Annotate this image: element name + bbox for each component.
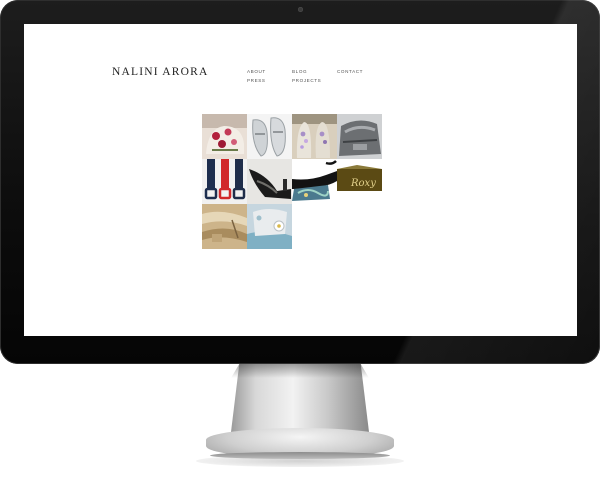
gallery-tile-floral-shoe[interactable]	[202, 114, 247, 159]
gallery-tile-black-heel[interactable]	[247, 159, 292, 204]
colored-belts-image	[202, 159, 247, 204]
nav-link-blog[interactable]: BLOG	[292, 69, 307, 74]
gallery-tile-colored-belts[interactable]	[202, 159, 247, 204]
flower-clutch-image	[247, 204, 292, 249]
painted-wedge-image	[292, 159, 337, 204]
nav-link-about[interactable]: ABOUT	[247, 69, 266, 74]
monitor-bezel: NALINI ARORA ABOUT BLOG CONTACT PRESS PR…	[0, 0, 600, 364]
monitor-stand-shadow	[231, 364, 369, 378]
gallery-tile-silver-flats[interactable]	[247, 114, 292, 159]
gallery-tile-painted-wedge[interactable]	[292, 159, 337, 204]
site-logo[interactable]: NALINI ARORA	[112, 66, 209, 78]
silver-bag-image	[337, 114, 382, 159]
floral-shoe-image	[202, 114, 247, 159]
monitor-screen: NALINI ARORA ABOUT BLOG CONTACT PRESS PR…	[24, 24, 577, 336]
beige-fabric-image	[202, 204, 247, 249]
monitor-mockup: NALINI ARORA ABOUT BLOG CONTACT PRESS PR…	[0, 0, 600, 479]
site-nav: ABOUT BLOG CONTACT PRESS PROJECTS	[247, 69, 397, 89]
gallery-tile-olive-logo[interactable]: Roxy	[337, 159, 382, 204]
olive-logo-image: Roxy	[337, 159, 382, 204]
embellished-sandals-image	[292, 114, 337, 159]
project-gallery: Roxy	[202, 114, 384, 250]
black-heel-image	[247, 159, 292, 204]
gallery-tile-embellished-sandals[interactable]	[292, 114, 337, 159]
monitor-stand-base-edge	[210, 452, 390, 459]
silver-flats-image	[247, 114, 292, 159]
webcam-icon	[298, 7, 303, 12]
gallery-tile-flower-clutch[interactable]	[247, 204, 292, 249]
olive-logo-text: Roxy	[350, 178, 376, 189]
nav-link-projects[interactable]: PROJECTS	[292, 78, 321, 83]
gallery-tile-silver-bag[interactable]	[337, 114, 382, 159]
gallery-tile-beige-fabric[interactable]	[202, 204, 247, 249]
nav-link-press[interactable]: PRESS	[247, 78, 266, 83]
nav-link-contact[interactable]: CONTACT	[337, 69, 363, 74]
